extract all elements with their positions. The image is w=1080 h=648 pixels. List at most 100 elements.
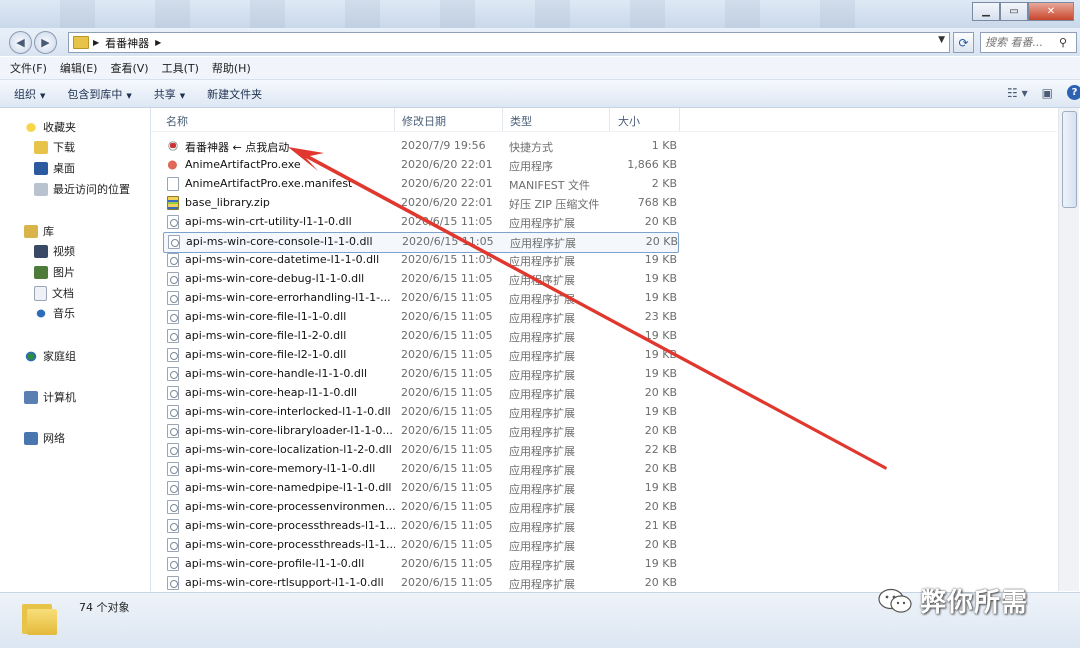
help-icon[interactable]: ? — [1067, 85, 1080, 100]
file-row[interactable]: AnimeArtifactPro.exe 2020/6/20 22:01 应用程序 1… — [163, 156, 677, 175]
menu-edit[interactable]: 编辑(E) — [60, 60, 98, 76]
nav-libraries[interactable]: 库 — [24, 223, 54, 239]
nav-videos[interactable]: 视频 — [34, 243, 75, 259]
vertical-scrollbar[interactable] — [1058, 108, 1079, 591]
file-date: 2020/6/15 11:05 — [401, 557, 493, 570]
include-in-library-button[interactable]: 包含到库中 ▼ — [67, 86, 131, 102]
nav-homegroup[interactable]: 家庭组 — [24, 348, 76, 364]
nav-documents-label: 文档 — [52, 287, 74, 300]
file-size: 20 KB — [645, 235, 678, 248]
breadcrumb-current[interactable]: 看番神器 — [105, 35, 149, 51]
file-row[interactable]: api-ms-win-core-libraryloader-l1-1-0... 2… — [163, 422, 677, 441]
file-row[interactable]: api-ms-win-core-profile-l1-1-0.dll 2020/6… — [163, 555, 677, 574]
menu-help[interactable]: 帮助(H) — [212, 60, 251, 76]
breadcrumb-arrow-icon[interactable]: ▶ — [155, 38, 161, 47]
file-name: api-ms-win-core-file-l2-1-0.dll — [185, 348, 347, 361]
nav-favorites[interactable]: 收藏夹 — [24, 119, 76, 135]
file-row[interactable]: base_library.zip 2020/6/20 22:01 好压 ZIP 压缩… — [163, 194, 677, 213]
file-size: 2 KB — [651, 177, 677, 190]
file-type: 应用程序扩展 — [509, 331, 575, 344]
file-row[interactable]: api-ms-win-core-processthreads-l1-1... 20… — [163, 517, 677, 536]
nav-pictures[interactable]: 图片 — [34, 264, 75, 280]
nav-favorites-label: 收藏夹 — [43, 121, 76, 134]
pictures-icon — [34, 265, 48, 279]
scrollbar-thumb[interactable] — [1062, 111, 1077, 208]
menu-view[interactable]: 查看(V) — [110, 60, 148, 76]
minimize-button[interactable]: ▁ — [972, 2, 1000, 21]
close-button[interactable]: ✕ — [1028, 2, 1074, 21]
column-separator[interactable] — [394, 108, 395, 131]
file-row[interactable]: api-ms-win-core-handle-l1-1-0.dll 2020/6/… — [163, 365, 677, 384]
file-row[interactable]: api-ms-win-core-interlocked-l1-1-0.dll 20… — [163, 403, 677, 422]
file-row[interactable]: api-ms-win-core-processthreads-l1-1... 20… — [163, 536, 677, 555]
file-name: api-ms-win-core-handle-l1-1-0.dll — [185, 367, 367, 380]
file-row[interactable]: api-ms-win-core-console-l1-1-0.dll 2020/6… — [163, 232, 679, 253]
file-row[interactable]: api-ms-win-core-namedpipe-l1-1-0.dll 2020… — [163, 479, 677, 498]
view-mode-icon[interactable]: ☷ ▾ — [1007, 86, 1028, 100]
file-row[interactable]: api-ms-win-core-file-l1-2-0.dll 2020/6/15… — [163, 327, 677, 346]
file-type: 应用程序扩展 — [509, 464, 575, 477]
file-date: 2020/6/15 11:05 — [401, 215, 493, 228]
column-separator[interactable] — [609, 108, 610, 131]
file-name: api-ms-win-core-libraryloader-l1-1-0... — [185, 424, 393, 437]
file-row[interactable]: 看番神器 ← 点我启动 2020/7/9 19:56 快捷方式 1 KB — [163, 137, 677, 156]
column-separator[interactable] — [502, 108, 503, 131]
nav-computer-label: 计算机 — [43, 391, 76, 404]
nav-downloads[interactable]: 下载 — [34, 139, 75, 155]
new-folder-button[interactable]: 新建文件夹 — [207, 86, 262, 102]
file-date: 2020/6/15 11:05 — [401, 424, 493, 437]
search-input[interactable] — [981, 35, 1059, 50]
file-row[interactable]: api-ms-win-core-rtlsupport-l1-1-0.dll 202… — [163, 574, 677, 591]
column-date[interactable]: 修改日期 — [402, 113, 446, 129]
file-type: 应用程序扩展 — [509, 483, 575, 496]
nav-documents[interactable]: 文档 — [34, 285, 74, 301]
column-size[interactable]: 大小 — [618, 113, 640, 129]
file-row[interactable]: api-ms-win-core-file-l1-1-0.dll 2020/6/15… — [163, 308, 677, 327]
file-row[interactable]: AnimeArtifactPro.exe.manifest 2020/6/20 2… — [163, 175, 677, 194]
refresh-button[interactable]: ⟳ — [953, 32, 974, 53]
file-name: api-ms-win-core-namedpipe-l1-1-0.dll — [185, 481, 392, 494]
file-row[interactable]: api-ms-win-core-heap-l1-1-0.dll 2020/6/15… — [163, 384, 677, 403]
dll-file-icon — [167, 272, 179, 286]
nav-music[interactable]: 音乐 — [34, 305, 75, 321]
search-icon[interactable]: ⚲ — [1059, 36, 1067, 49]
breadcrumb-arrow-icon[interactable]: ▶ — [93, 38, 99, 47]
file-name: api-ms-win-core-heap-l1-1-0.dll — [185, 386, 357, 399]
file-row[interactable]: api-ms-win-core-datetime-l1-1-0.dll 2020/… — [163, 251, 677, 270]
menu-file[interactable]: 文件(F) — [10, 60, 47, 76]
nav-music-label: 音乐 — [53, 307, 75, 320]
title-bar: ▁ ▭ ✕ — [0, 0, 1080, 28]
file-row[interactable]: api-ms-win-core-debug-l1-1-0.dll 2020/6/1… — [163, 270, 677, 289]
dll-file-icon — [167, 576, 179, 590]
back-button[interactable]: ◀ — [9, 31, 32, 54]
file-row[interactable]: api-ms-win-crt-utility-l1-1-0.dll 2020/6/… — [163, 213, 677, 232]
shortcut-icon — [167, 139, 179, 153]
search-box[interactable]: ⚲ — [980, 32, 1077, 53]
file-date: 2020/6/20 22:01 — [401, 177, 493, 190]
address-bar[interactable]: ▶ 看番神器 ▶ ▼ — [68, 32, 950, 53]
address-dropdown-icon[interactable]: ▼ — [938, 35, 945, 45]
file-type: 应用程序扩展 — [509, 369, 575, 382]
file-row[interactable]: api-ms-win-core-localization-l1-2-0.dll 2… — [163, 441, 677, 460]
nav-computer[interactable]: 计算机 — [24, 389, 76, 405]
nav-recent[interactable]: 最近访问的位置 — [34, 181, 130, 197]
share-label: 共享 — [153, 87, 176, 101]
share-button[interactable]: 共享 ▼ — [154, 86, 185, 102]
file-date: 2020/7/9 19:56 — [401, 139, 486, 152]
nav-network[interactable]: 网络 — [24, 430, 65, 446]
column-separator[interactable] — [679, 108, 680, 131]
file-row[interactable]: api-ms-win-core-memory-l1-1-0.dll 2020/6/… — [163, 460, 677, 479]
column-header: 名称 修改日期 类型 大小 — [151, 108, 1057, 132]
file-type: 应用程序扩展 — [509, 388, 575, 401]
organize-button[interactable]: 组织 ▼ — [14, 86, 45, 102]
nav-desktop[interactable]: 桌面 — [34, 160, 75, 176]
file-row[interactable]: api-ms-win-core-errorhandling-l1-1-... 20… — [163, 289, 677, 308]
maximize-button[interactable]: ▭ — [1000, 2, 1028, 21]
file-row[interactable]: api-ms-win-core-file-l2-1-0.dll 2020/6/15… — [163, 346, 677, 365]
preview-pane-icon[interactable]: ▣ — [1042, 86, 1053, 100]
column-name[interactable]: 名称 — [166, 113, 188, 129]
file-row[interactable]: api-ms-win-core-processenvironmen... 2020… — [163, 498, 677, 517]
column-type[interactable]: 类型 — [510, 113, 532, 129]
menu-tools[interactable]: 工具(T) — [162, 60, 199, 76]
forward-button[interactable]: ▶ — [34, 31, 57, 54]
